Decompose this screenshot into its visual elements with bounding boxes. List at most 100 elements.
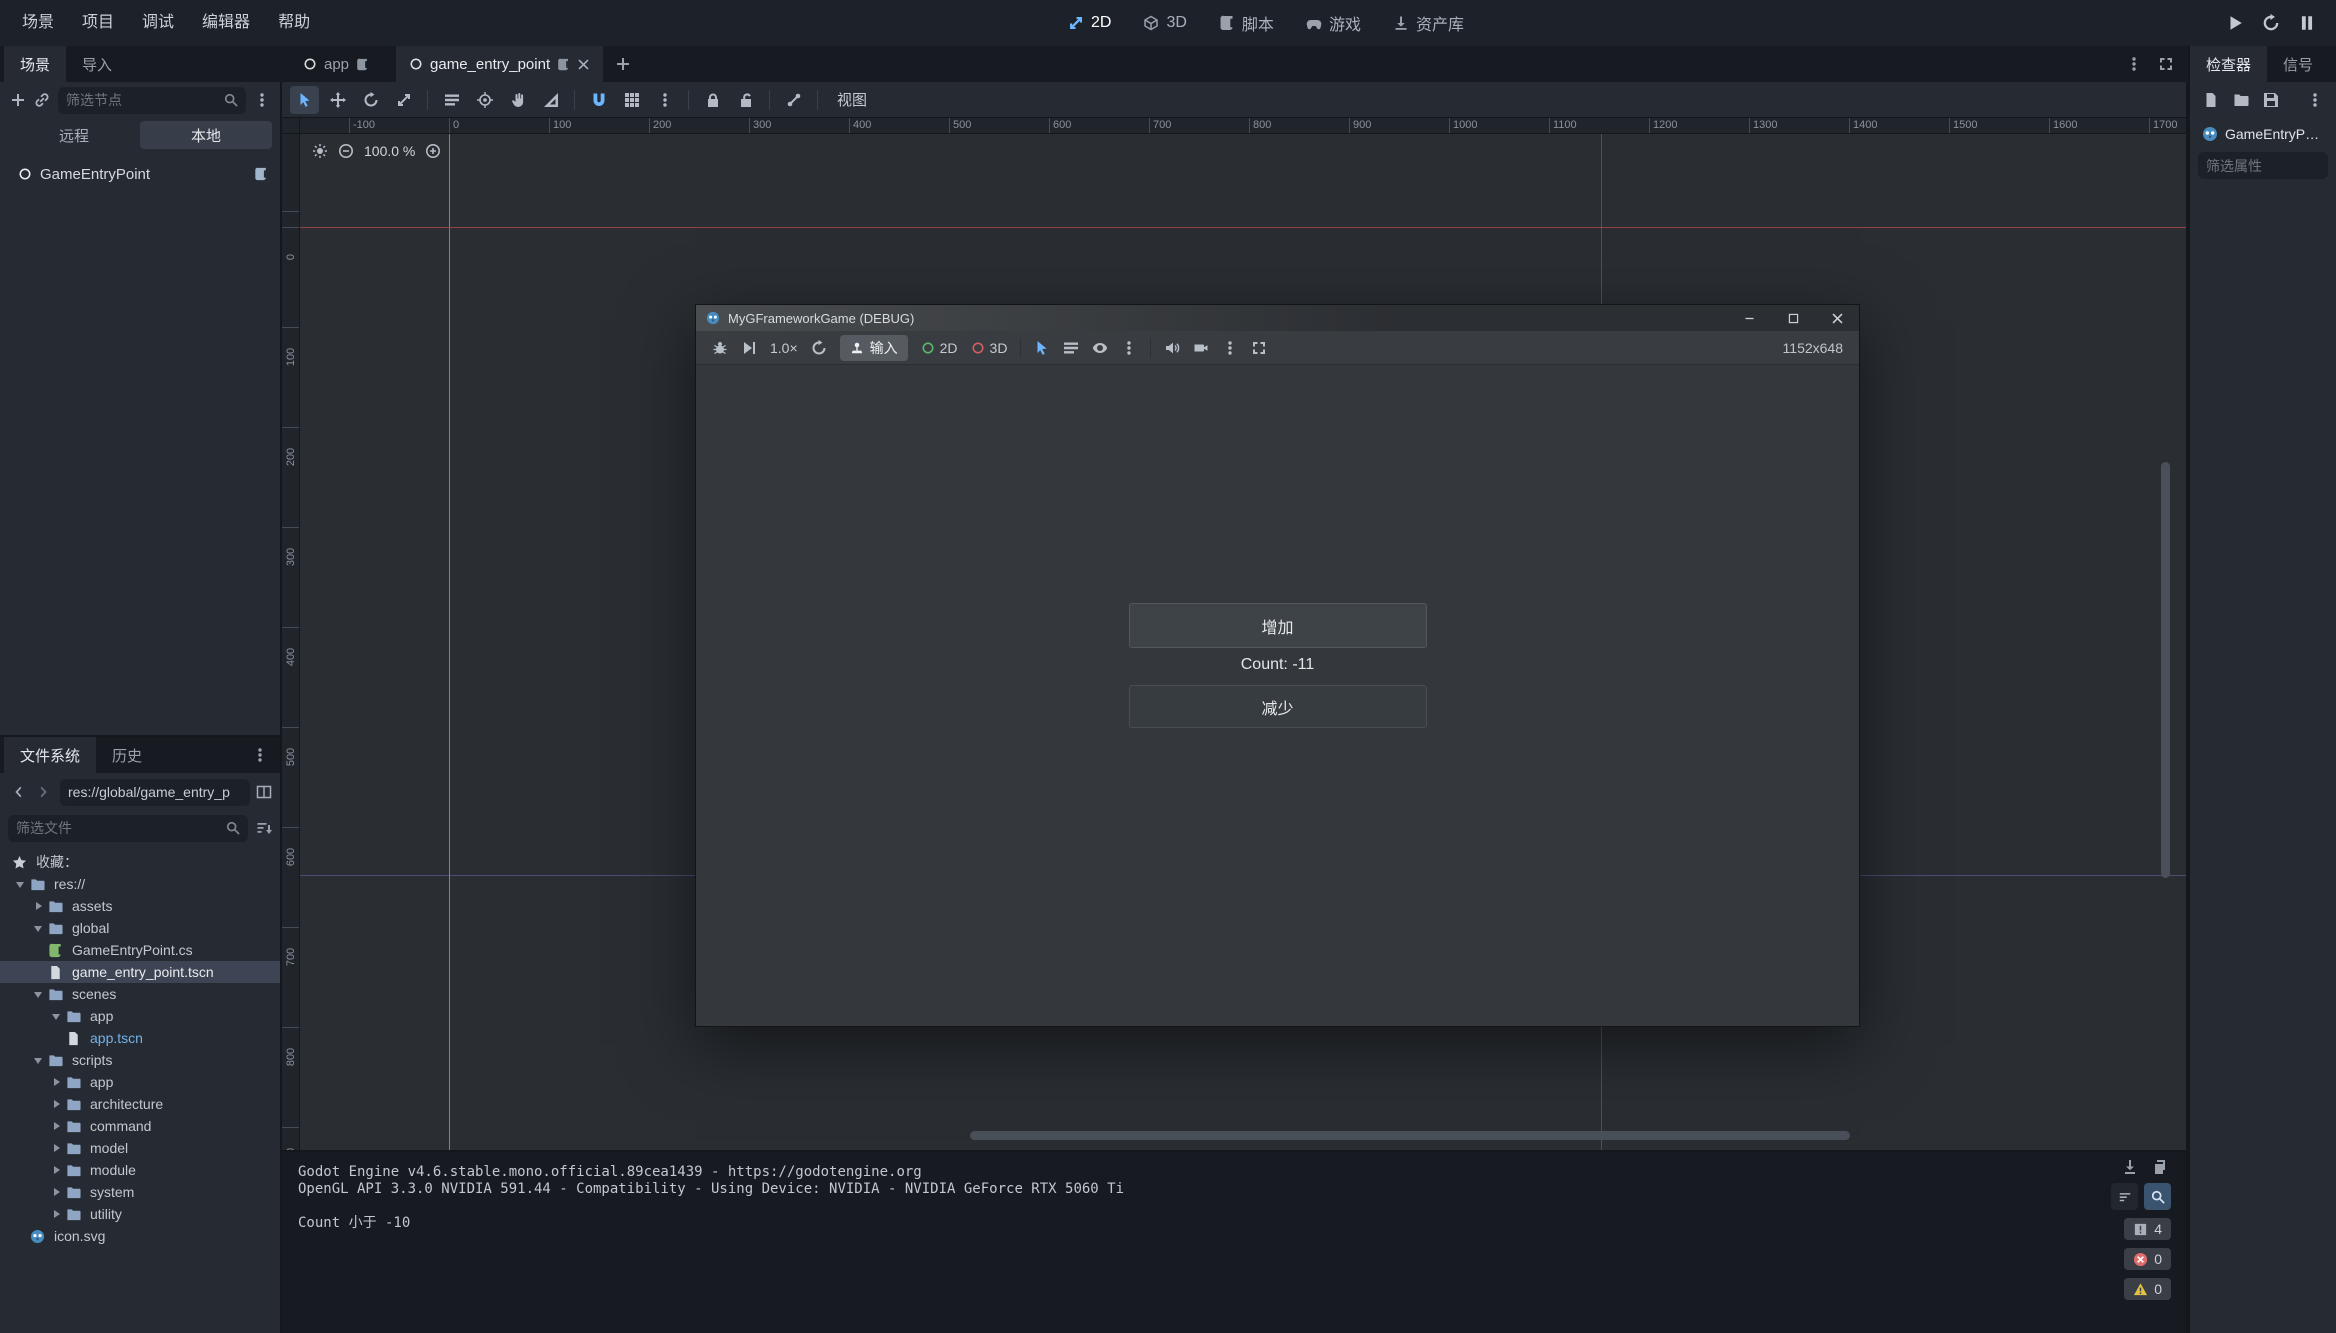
expand-arrow[interactable] xyxy=(30,983,48,1005)
filter-nodes-input[interactable] xyxy=(66,92,218,108)
close-tab-icon[interactable] xyxy=(577,58,590,71)
fs-item-res-root[interactable]: res:// xyxy=(0,873,280,895)
messages-badge[interactable]: 4 xyxy=(2124,1218,2171,1240)
load-resource-icon[interactable] xyxy=(2233,92,2249,108)
expand-arrow[interactable] xyxy=(12,873,30,895)
game-select-icon[interactable] xyxy=(1034,340,1050,356)
list-select-button[interactable] xyxy=(437,86,466,114)
close-window-button[interactable] xyxy=(1815,305,1859,331)
pan-tool-button[interactable] xyxy=(503,86,532,114)
filter-files-input[interactable] xyxy=(16,820,220,836)
warnings-badge[interactable]: 0 xyxy=(2124,1278,2171,1300)
fs-item-scripts[interactable]: scripts xyxy=(0,1049,280,1071)
unlock-button[interactable] xyxy=(731,86,760,114)
speed-label[interactable]: 1.0× xyxy=(770,340,798,356)
play-icon[interactable] xyxy=(2226,14,2244,32)
visibility-icon[interactable] xyxy=(1092,340,1108,356)
select-menu-icon[interactable] xyxy=(1121,340,1137,356)
mute-audio-icon[interactable] xyxy=(1164,340,1180,356)
restart-icon[interactable] xyxy=(2262,14,2280,32)
tab-scene[interactable]: 场景 xyxy=(4,46,66,82)
fs-item-model[interactable]: model xyxy=(0,1137,280,1159)
fs-item-favorites[interactable]: 收藏： xyxy=(0,851,280,873)
embed-fullscreen-icon[interactable] xyxy=(1251,340,1267,356)
save-resource-icon[interactable] xyxy=(2263,92,2279,108)
fs-item-game-entry-point-tscn[interactable]: game_entry_point.tscn xyxy=(0,961,280,983)
expand-arrow[interactable] xyxy=(30,917,48,939)
camera-override-icon[interactable] xyxy=(1193,340,1209,356)
smart-snap-button[interactable] xyxy=(584,86,613,114)
increase-button[interactable]: 增加 xyxy=(1129,603,1427,648)
menu-scene[interactable]: 场景 xyxy=(8,0,68,46)
tab-inspector[interactable]: 检查器 xyxy=(2190,46,2267,82)
pivot-tool-button[interactable] xyxy=(470,86,499,114)
inspector-menu-icon[interactable] xyxy=(2307,92,2323,108)
menu-debug[interactable]: 调试 xyxy=(128,0,188,46)
minimize-button[interactable] xyxy=(1727,305,1771,331)
scene-dock-menu-icon[interactable] xyxy=(254,92,270,108)
mode-2d-button[interactable]: 2D xyxy=(1055,0,1124,46)
vertical-scrollbar[interactable] xyxy=(2161,462,2170,878)
zoom-level[interactable]: 100.0 % xyxy=(364,143,415,159)
select-tool-button[interactable] xyxy=(290,86,319,114)
lock-button[interactable] xyxy=(698,86,727,114)
pick-2d-button[interactable]: 2D xyxy=(921,340,958,356)
fs-item-icon-svg[interactable]: icon.svg xyxy=(0,1225,280,1247)
mode-3d-button[interactable]: 3D xyxy=(1130,0,1199,46)
skeleton-button[interactable] xyxy=(779,86,808,114)
canvas-viewport[interactable]: 100.0 % MyGFrameworkGame (DEBUG) xyxy=(300,134,2186,1150)
fs-item-assets[interactable]: assets xyxy=(0,895,280,917)
tab-signals[interactable]: 信号 xyxy=(2267,46,2329,82)
decrease-button[interactable]: 减少 xyxy=(1129,685,1427,728)
center-view-icon[interactable] xyxy=(312,143,328,159)
rotate-tool-button[interactable] xyxy=(356,86,385,114)
fs-item-scripts-app[interactable]: app xyxy=(0,1071,280,1093)
maximize-button[interactable] xyxy=(1771,305,1815,331)
search-log-button[interactable] xyxy=(2144,1183,2171,1210)
copy-log-icon[interactable] xyxy=(2152,1159,2168,1175)
tab-import[interactable]: 导入 xyxy=(66,46,128,82)
scroll-to-end-icon[interactable] xyxy=(2122,1159,2138,1175)
open-script-icon[interactable] xyxy=(254,167,268,181)
expand-arrow[interactable] xyxy=(48,1159,66,1181)
tab-list-menu-icon[interactable] xyxy=(2126,56,2142,72)
fs-item-app-folder[interactable]: app xyxy=(0,1005,280,1027)
view-menu-button[interactable]: 视图 xyxy=(827,89,877,110)
input-mode-button[interactable]: 输入 xyxy=(840,335,908,361)
fs-item-scenes[interactable]: scenes xyxy=(0,983,280,1005)
expand-arrow[interactable] xyxy=(30,895,48,917)
pause-icon[interactable] xyxy=(2298,14,2316,32)
tab-filesystem[interactable]: 文件系统 xyxy=(4,737,96,773)
scale-tool-button[interactable] xyxy=(389,86,418,114)
scene-tab-app[interactable]: app xyxy=(290,46,382,82)
expand-arrow[interactable] xyxy=(48,1005,66,1027)
menu-editor[interactable]: 编辑器 xyxy=(188,0,264,46)
mode-game-button[interactable]: 游戏 xyxy=(1293,0,1374,46)
filter-messages-button[interactable] xyxy=(2111,1183,2138,1210)
expand-arrow[interactable] xyxy=(48,1137,66,1159)
fs-item-app-tscn[interactable]: app.tscn xyxy=(0,1027,280,1049)
fs-item-utility[interactable]: utility xyxy=(0,1203,280,1225)
tree-node-game-entry-point[interactable]: GameEntryPoint xyxy=(0,159,280,189)
scene-tab-game-entry-point[interactable]: game_entry_point xyxy=(396,46,603,82)
snap-options-button[interactable] xyxy=(650,86,679,114)
nav-back-icon[interactable] xyxy=(8,785,28,799)
fs-item-module[interactable]: module xyxy=(0,1159,280,1181)
remote-tab[interactable]: 远程 xyxy=(8,121,140,149)
game-list-select-icon[interactable] xyxy=(1063,340,1079,356)
pick-3d-button[interactable]: 3D xyxy=(971,340,1008,356)
grid-snap-button[interactable] xyxy=(617,86,646,114)
horizontal-scrollbar[interactable] xyxy=(970,1131,1850,1140)
distraction-free-icon[interactable] xyxy=(2158,56,2174,72)
fs-item-gameentrypoint-cs[interactable]: GameEntryPoint.cs xyxy=(0,939,280,961)
game-window-titlebar[interactable]: MyGFrameworkGame (DEBUG) xyxy=(696,305,1859,331)
menu-project[interactable]: 项目 xyxy=(68,0,128,46)
tab-history[interactable]: 历史 xyxy=(96,737,158,773)
fs-item-system[interactable]: system xyxy=(0,1181,280,1203)
fs-item-architecture[interactable]: architecture xyxy=(0,1093,280,1115)
next-frame-icon[interactable] xyxy=(741,340,757,356)
expand-arrow[interactable] xyxy=(48,1181,66,1203)
expand-arrow[interactable] xyxy=(48,1071,66,1093)
expand-arrow[interactable] xyxy=(30,1049,48,1071)
nav-forward-icon[interactable] xyxy=(34,785,54,799)
